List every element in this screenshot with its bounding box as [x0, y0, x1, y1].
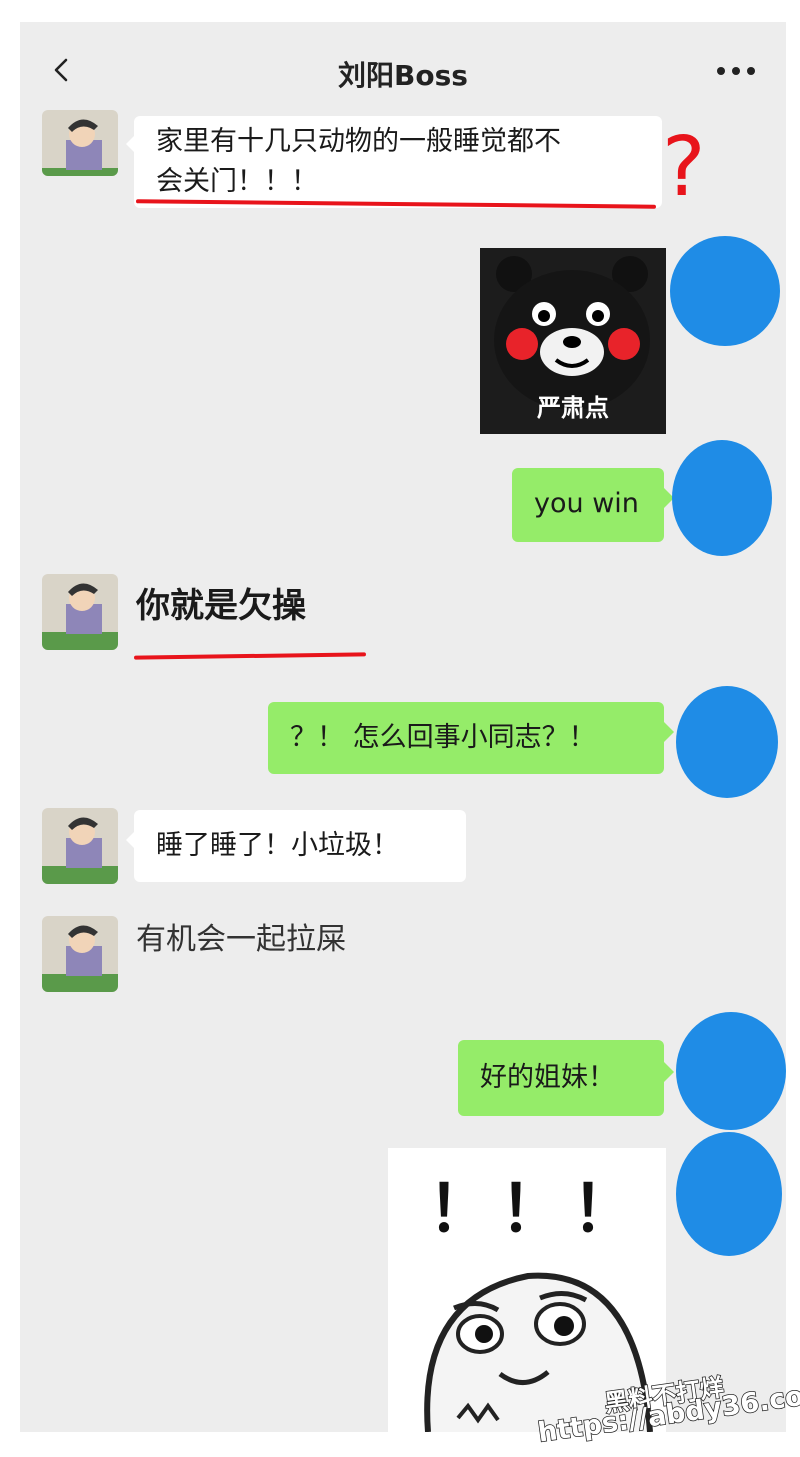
message-bubble[interactable]: 你就是欠操 — [134, 580, 394, 640]
contact-avatar[interactable] — [42, 574, 118, 650]
contact-avatar[interactable] — [42, 110, 118, 176]
chat-window: 刘阳Boss 家里有十几只动物的一般睡觉都不 会关门！！！ ? 严肃点 you … — [20, 22, 786, 1432]
message-text: 睡了睡了！小垃圾！ — [156, 830, 399, 861]
message-bubble[interactable]: 睡了睡了！小垃圾！ — [134, 810, 466, 882]
avatar-image — [42, 808, 118, 884]
message-text: you win — [534, 488, 639, 519]
bubble-tail — [126, 134, 136, 154]
avatar-image — [42, 110, 118, 176]
message-text: 会关门！！！ — [156, 166, 318, 197]
avatar-image — [42, 916, 118, 992]
redacted-avatar — [676, 1132, 782, 1256]
redacted-avatar — [670, 236, 780, 346]
sticker-caption: 严肃点 — [537, 394, 609, 422]
avatar-image — [42, 574, 118, 650]
message-text: 你就是欠操 — [136, 586, 306, 626]
question-mark-annotation: ? — [662, 120, 706, 215]
red-underline — [133, 652, 367, 660]
chat-title: 刘阳Boss — [338, 59, 468, 92]
message-text: 好的姐妹！ — [480, 1062, 615, 1093]
bubble-tail — [664, 1062, 674, 1082]
message-bubble[interactable]: ？！ 怎么回事小同志？！ — [268, 702, 664, 774]
message-text: 家里有十几只动物的一般睡觉都不 — [156, 126, 561, 157]
more-horizontal-icon[interactable] — [716, 66, 756, 76]
contact-avatar[interactable] — [42, 808, 118, 884]
message-text: ？！ 怎么回事小同志？！ — [290, 722, 596, 753]
message-bubble[interactable]: 家里有十几只动物的一般睡觉都不 会关门！！！ — [134, 116, 662, 208]
redacted-avatar — [676, 686, 778, 798]
bubble-tail — [126, 830, 136, 850]
message-text: 有机会一起拉屎 — [136, 922, 346, 957]
message-bubble[interactable]: 有机会一起拉屎 — [134, 918, 434, 978]
bubble-tail — [664, 722, 674, 742]
redacted-avatar — [672, 440, 772, 556]
sticker-image[interactable]: 严肃点 — [480, 248, 666, 434]
contact-avatar[interactable] — [42, 916, 118, 992]
message-bubble[interactable]: you win — [512, 468, 664, 542]
chat-header: 刘阳Boss — [20, 22, 786, 118]
redacted-avatar — [676, 1012, 786, 1130]
message-bubble[interactable]: 好的姐妹！ — [458, 1040, 664, 1116]
